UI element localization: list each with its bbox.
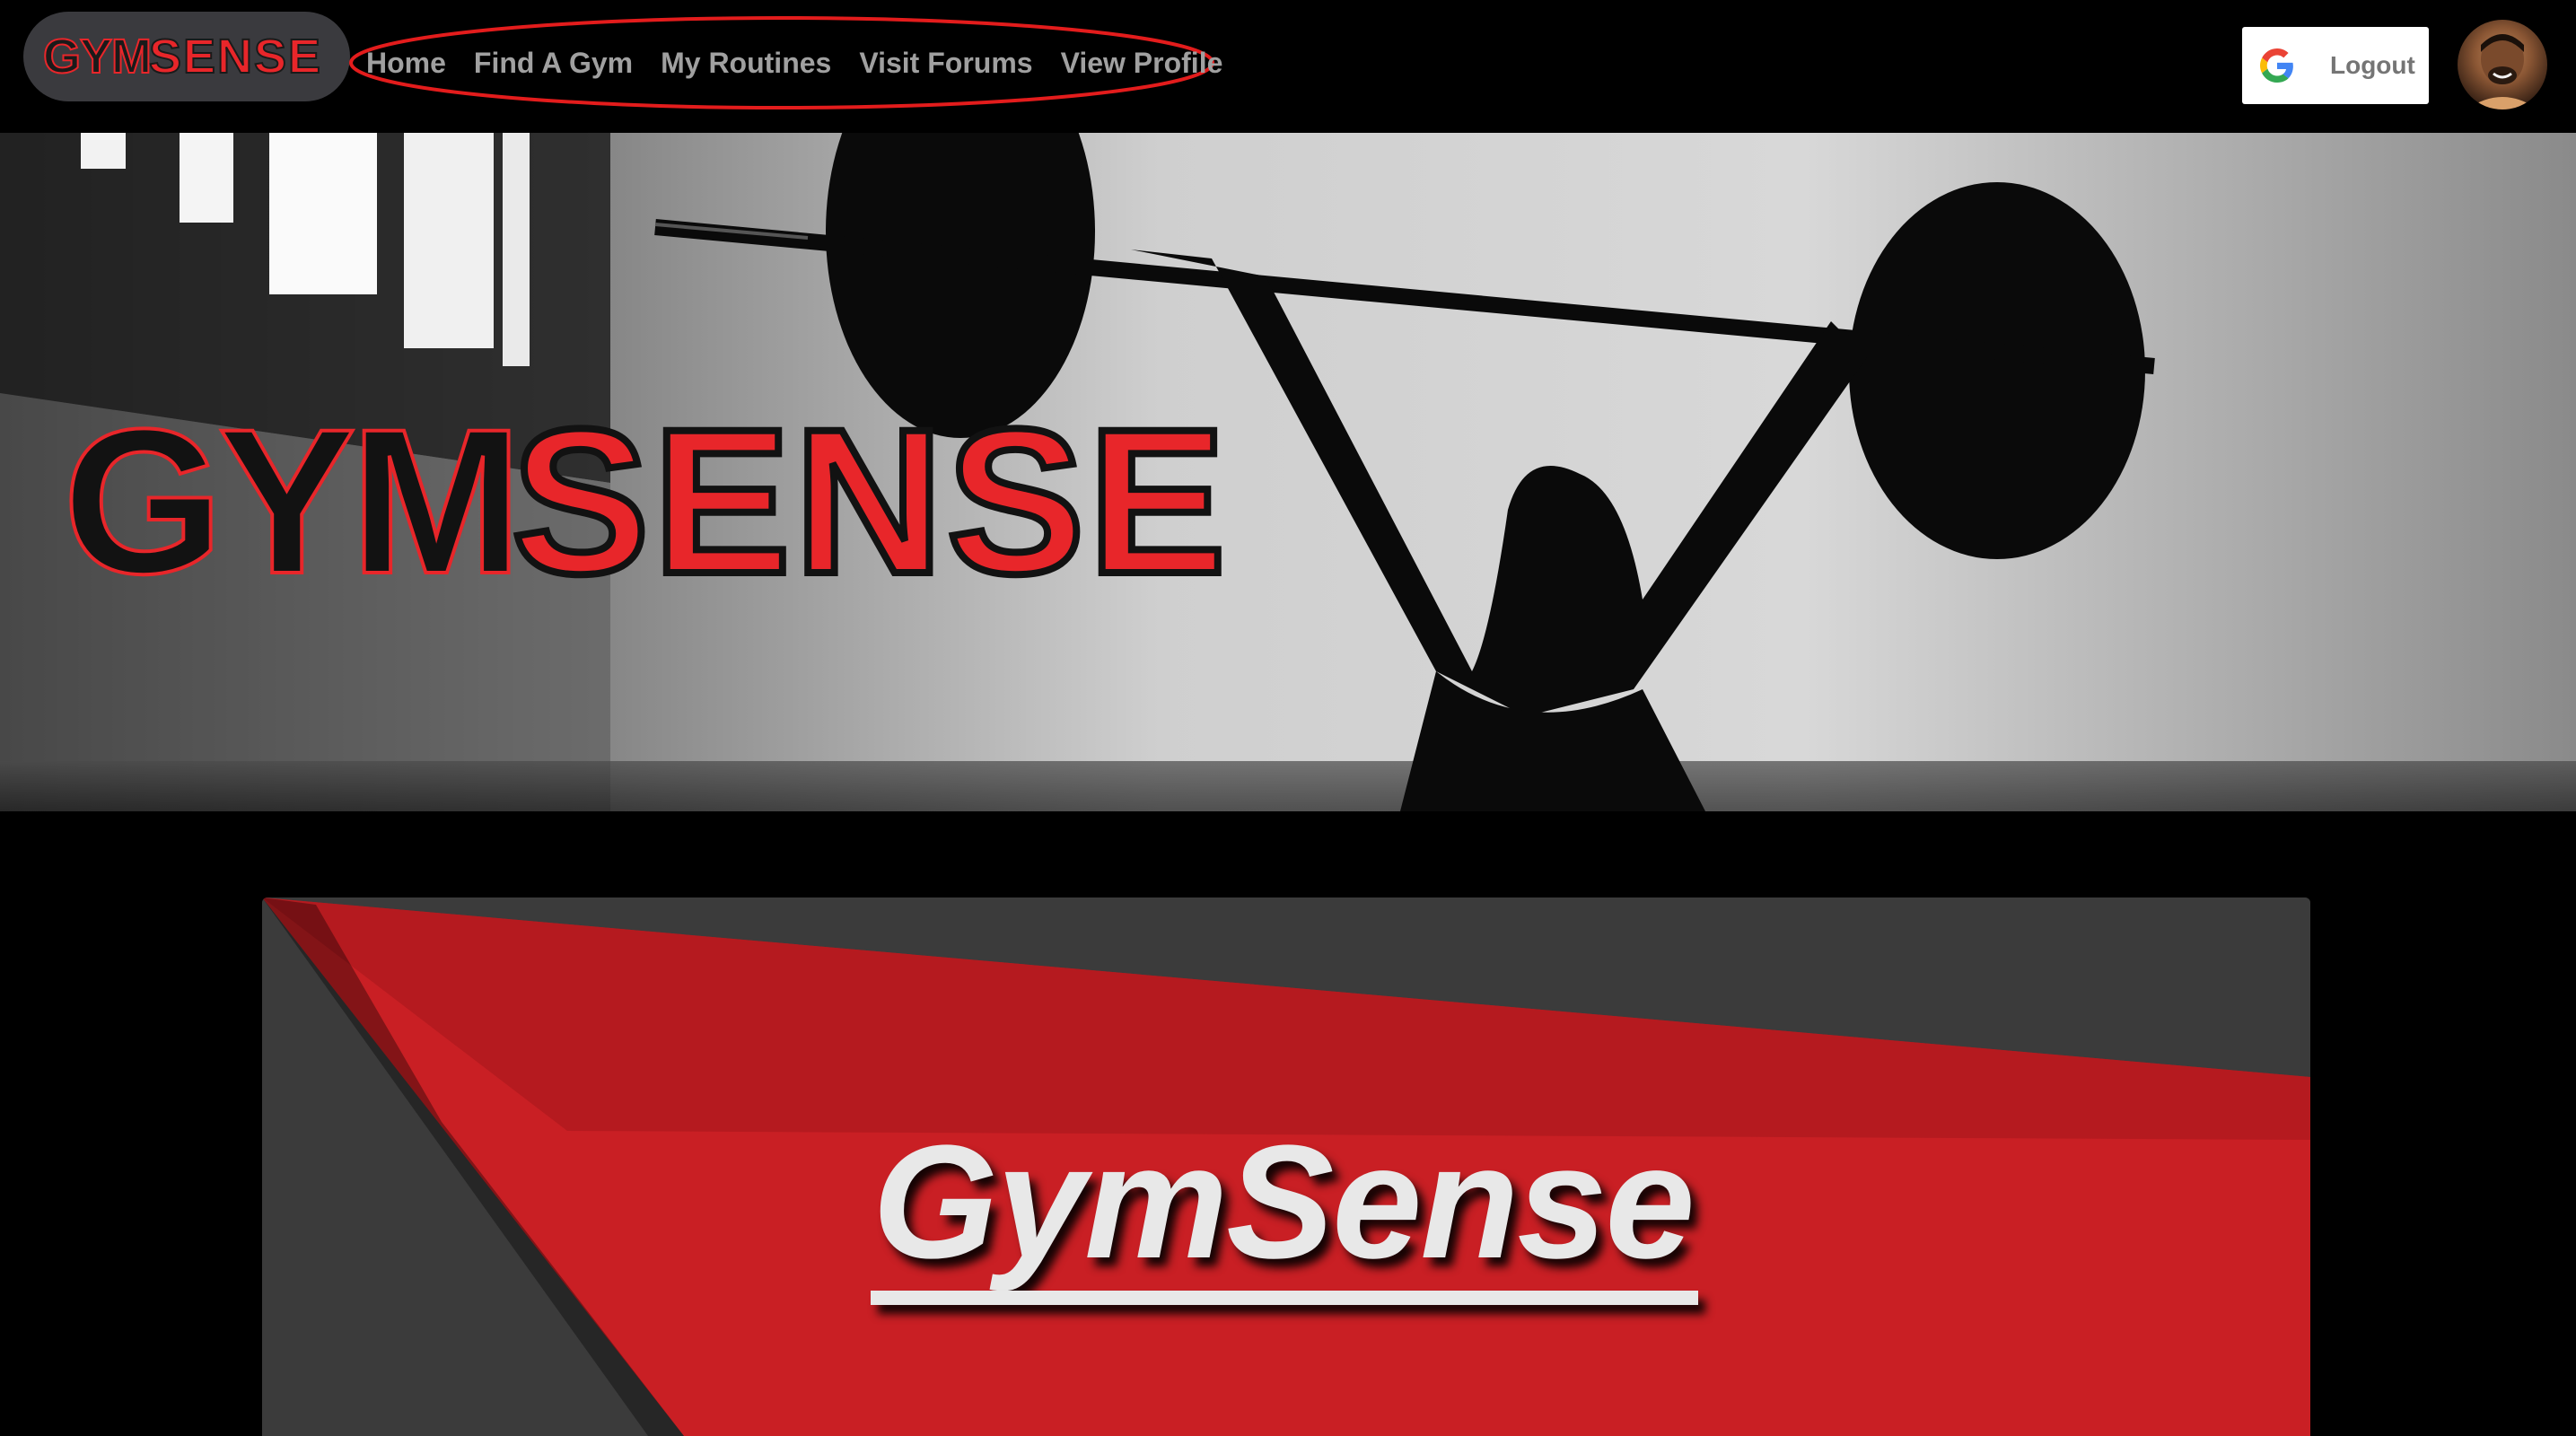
top-navbar: GYM SENSE Home Find A Gym My Routines Vi…	[0, 0, 2576, 133]
card-title-underline	[871, 1291, 1698, 1305]
hero-logo-gym: GYM	[63, 386, 517, 617]
hero-logo: GYM SENSE	[61, 382, 1230, 620]
gymsense-logo-small: GYM SENSE	[43, 29, 322, 84]
nav-links-group: Home Find A Gym My Routines Visit Forums…	[346, 13, 1222, 113]
nav-link-home[interactable]: Home	[366, 47, 446, 80]
hero-logo-sense: SENSE	[512, 386, 1230, 617]
card-title: GymSense	[872, 1112, 1695, 1292]
hero-banner: GYM SENSE	[0, 133, 2576, 811]
weightlifter-silhouette-image: GYM SENSE	[0, 133, 2576, 811]
logo-small-gym: GYM	[43, 30, 151, 83]
avatar-portrait-icon	[2466, 34, 2538, 109]
logo-small-sense: SENSE	[149, 30, 322, 83]
navbar-logo[interactable]: GYM SENSE	[23, 12, 350, 101]
user-avatar[interactable]	[2458, 20, 2547, 109]
nav-link-find-a-gym[interactable]: Find A Gym	[474, 47, 633, 80]
nav-link-my-routines[interactable]: My Routines	[661, 47, 831, 80]
logout-label: Logout	[2330, 51, 2415, 79]
nav-link-visit-forums[interactable]: Visit Forums	[859, 47, 1032, 80]
intro-card: GymSense	[262, 898, 2310, 1436]
google-icon	[2260, 48, 2293, 83]
google-logout-button[interactable]: Logout	[2242, 27, 2429, 104]
nav-link-view-profile[interactable]: View Profile	[1061, 47, 1223, 80]
